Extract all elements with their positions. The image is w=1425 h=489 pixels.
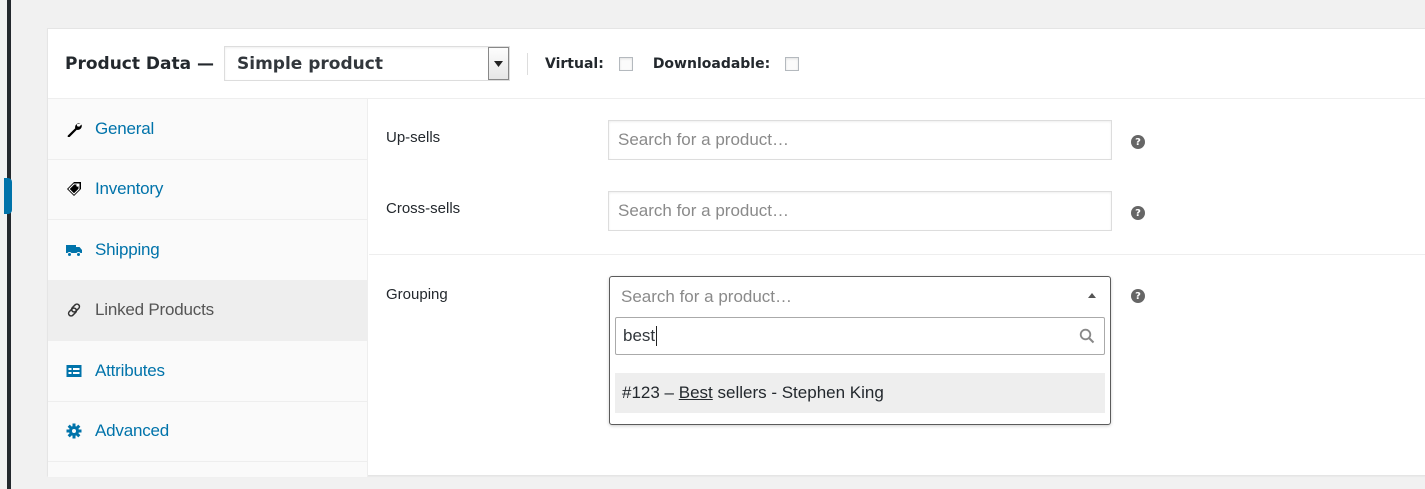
upsells-placeholder: Search for a product… [618, 130, 790, 149]
truck-icon [66, 242, 82, 258]
grouping-select-head[interactable]: Search for a product… [610, 277, 1110, 316]
grouping-divider [369, 254, 1425, 255]
upsells-search-input[interactable]: Search for a product… [608, 120, 1112, 160]
virtual-checkbox[interactable] [618, 56, 633, 71]
tab-shipping[interactable]: Shipping [48, 220, 367, 281]
result-prefix: #123 – [622, 383, 679, 402]
admin-sidebar-bar [7, 0, 11, 489]
header-divider [527, 52, 529, 75]
crosssells-label: Cross-sells [386, 200, 461, 217]
product-type-value: Simple product [237, 53, 383, 74]
tag-icon [66, 181, 82, 197]
text-cursor [656, 326, 658, 346]
product-type-select[interactable]: Simple product [224, 46, 511, 81]
list-card-icon [66, 363, 82, 379]
tab-linked-products-label: Linked Products [95, 300, 214, 320]
tab-shipping-label: Shipping [95, 239, 160, 259]
tab-advanced-label: Advanced [95, 421, 170, 441]
caret-up-icon[interactable] [1088, 293, 1096, 298]
grouping-select[interactable]: Search for a product… best #123 – Best s… [609, 276, 1111, 425]
tab-linked-products[interactable]: Linked Products [48, 280, 367, 341]
crosssells-placeholder: Search for a product… [618, 201, 790, 220]
search-icon [1079, 328, 1095, 344]
result-suffix: sellers - Stephen King [712, 383, 884, 402]
gear-icon [66, 423, 82, 439]
tab-general[interactable]: General [48, 99, 367, 160]
wrench-icon [66, 121, 82, 137]
grouping-label: Grouping [386, 286, 448, 303]
select-arrow-icon[interactable] [488, 47, 510, 80]
tab-general-label: General [95, 118, 155, 138]
grouping-help-icon[interactable]: ? [1131, 289, 1145, 303]
virtual-label: Virtual: [545, 55, 604, 72]
grouping-search-value: best [623, 326, 656, 345]
grouping-search-input[interactable]: best [615, 317, 1105, 355]
product-data-header: Product Data — Simple product Virtual: D… [48, 29, 1425, 99]
upsells-help-icon[interactable]: ? [1131, 135, 1145, 149]
admin-sidebar-indicator [4, 178, 12, 214]
downloadable-label: Downloadable: [652, 55, 771, 72]
upsells-label: Up-sells [386, 129, 441, 146]
result-match: Best [678, 383, 713, 402]
grouping-result-option[interactable]: #123 – Best sellers - Stephen King [615, 373, 1105, 413]
tab-attributes-label: Attributes [95, 360, 165, 380]
product-data-tabs: General Inventory Shipping Linked Produc… [48, 99, 368, 477]
tab-advanced[interactable]: Advanced [48, 402, 367, 462]
crosssells-search-input[interactable]: Search for a product… [608, 191, 1112, 231]
downloadable-checkbox[interactable] [785, 56, 800, 71]
linked-products-content: Up-sells Search for a product… ? Cross-s… [369, 99, 1425, 475]
grouping-placeholder: Search for a product… [621, 286, 793, 306]
product-data-panel: Product Data — Simple product Virtual: D… [47, 28, 1425, 477]
tab-attributes[interactable]: Attributes [48, 341, 367, 402]
product-data-title: Product Data — [65, 53, 215, 74]
link-icon [66, 302, 82, 318]
tab-inventory-label: Inventory [95, 179, 164, 199]
crosssells-help-icon[interactable]: ? [1131, 206, 1145, 220]
tab-inventory[interactable]: Inventory [48, 160, 367, 220]
